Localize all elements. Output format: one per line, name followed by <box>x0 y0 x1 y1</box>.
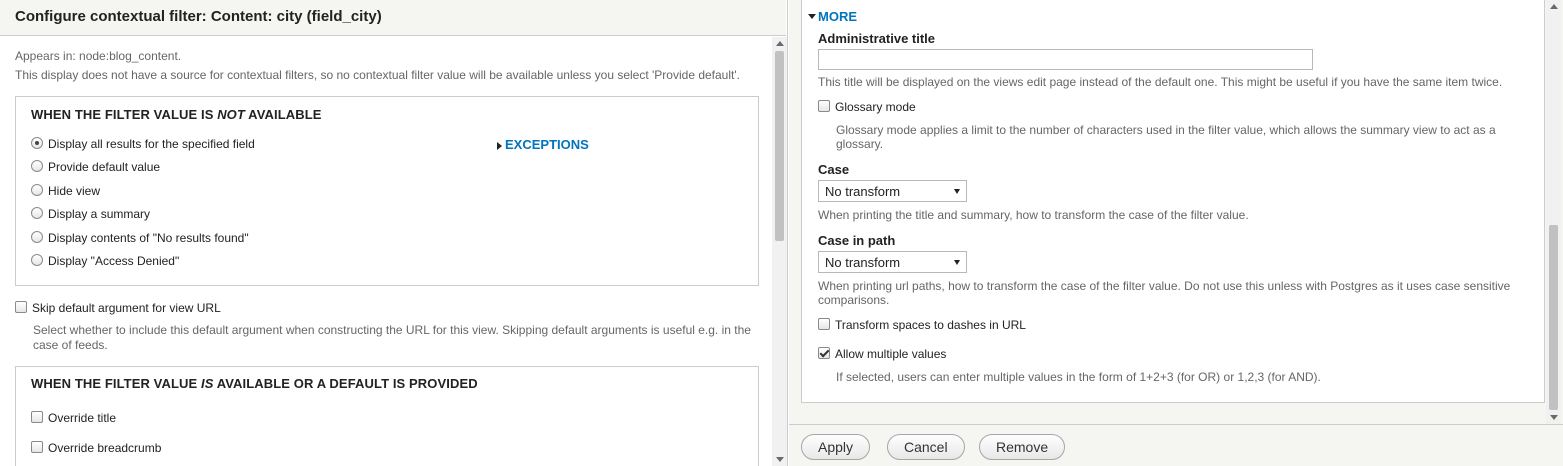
dialog-button-bar: Apply Cancel Remove <box>789 424 1563 466</box>
scrollbar-thumb[interactable] <box>1549 225 1558 410</box>
select-value: No transform <box>825 184 901 199</box>
scrollbar-thumb[interactable] <box>775 51 784 241</box>
checkbox-label: Override breadcrumb <box>48 441 162 455</box>
admin-title-input[interactable] <box>818 49 1313 70</box>
left-scrollbar[interactable] <box>772 37 787 466</box>
dialog-titlebar: Configure contextual filter: Content: ci… <box>0 0 786 36</box>
checkbox-label: Override title <box>48 411 117 425</box>
case-in-path-label: Case in path <box>818 233 896 248</box>
radio-label: Provide default value <box>48 160 161 174</box>
appears-in-text: Appears in: node:blog_content. <box>15 49 182 63</box>
radio-button[interactable] <box>31 184 43 196</box>
cancel-button[interactable]: Cancel <box>887 434 965 460</box>
case-label: Case <box>818 162 850 177</box>
admin-title-label: Administrative title <box>818 31 936 46</box>
case-in-path-description: When printing url paths, how to transfor… <box>818 279 1511 307</box>
scroll-up-arrow-icon[interactable] <box>1550 4 1558 9</box>
left-scroll-area: Appears in: node:blog_content. This disp… <box>0 37 772 466</box>
exceptions-toggle[interactable]: EXCEPTIONS <box>505 137 589 152</box>
remove-button[interactable]: Remove <box>979 434 1066 460</box>
case-select[interactable]: No transform <box>818 180 967 202</box>
radio-button[interactable] <box>31 231 43 243</box>
radio-button[interactable] <box>31 160 43 172</box>
more-options-panel: MORE Administrative title This title wil… <box>801 0 1545 403</box>
radio-label: Display "Access Denied" <box>48 254 180 268</box>
checkbox[interactable] <box>818 100 830 112</box>
triangle-down-icon <box>808 14 816 19</box>
select-value: No transform <box>825 255 901 270</box>
case-in-path-select[interactable]: No transform <box>818 251 967 273</box>
triangle-right-icon <box>497 142 502 150</box>
skip-default-description: Select whether to include this default a… <box>33 323 751 352</box>
checkbox[interactable] <box>818 318 830 330</box>
checkbox[interactable] <box>15 301 27 313</box>
scroll-down-arrow-icon[interactable] <box>1550 415 1558 420</box>
case-description: When printing the title and summary, how… <box>818 208 1249 222</box>
fieldset-legend: When the filter value is NOT available <box>31 107 322 122</box>
radio-button[interactable] <box>31 137 43 149</box>
radio-button[interactable] <box>31 254 43 266</box>
caret-down-icon <box>954 260 960 265</box>
admin-title-description: This title will be displayed on the view… <box>818 75 1503 89</box>
radio-button[interactable] <box>31 207 43 219</box>
right-dialog: MORE Administrative title This title wil… <box>789 0 1563 466</box>
checkbox-label: Allow multiple values <box>835 347 947 361</box>
scroll-down-arrow-icon[interactable] <box>776 457 784 462</box>
checkbox-label: Transform spaces to dashes in URL <box>835 318 1026 332</box>
scroll-up-arrow-icon[interactable] <box>776 41 784 46</box>
filter-is-available-fieldset: When the filter value IS available or a … <box>15 366 759 466</box>
more-toggle[interactable]: MORE <box>818 9 857 24</box>
dialog-title: Configure contextual filter: Content: ci… <box>15 8 382 25</box>
radio-label: Display a summary <box>48 207 151 221</box>
checkbox[interactable] <box>31 441 43 453</box>
checkbox[interactable] <box>31 411 43 423</box>
radio-label: Display all results for the specified fi… <box>48 137 255 151</box>
radio-label: Display contents of "No results found" <box>48 231 249 245</box>
checkbox-label: Skip default argument for view URL <box>32 301 221 315</box>
left-dialog: Configure contextual filter: Content: ci… <box>0 0 788 466</box>
checkbox-label: Glossary mode <box>835 100 916 114</box>
glossary-mode-description: Glossary mode applies a limit to the num… <box>836 123 1496 151</box>
right-scrollbar[interactable] <box>1546 0 1561 424</box>
allow-multiple-description: If selected, users can enter multiple va… <box>836 370 1321 384</box>
filter-not-available-fieldset: When the filter value is NOT available D… <box>15 96 759 286</box>
radio-label: Hide view <box>48 184 101 198</box>
caret-down-icon <box>954 189 960 194</box>
apply-button[interactable]: Apply <box>801 434 871 460</box>
no-source-note: This display does not have a source for … <box>15 68 740 82</box>
checkbox[interactable] <box>818 347 830 359</box>
fieldset-legend: When the filter value IS available or a … <box>31 376 478 391</box>
